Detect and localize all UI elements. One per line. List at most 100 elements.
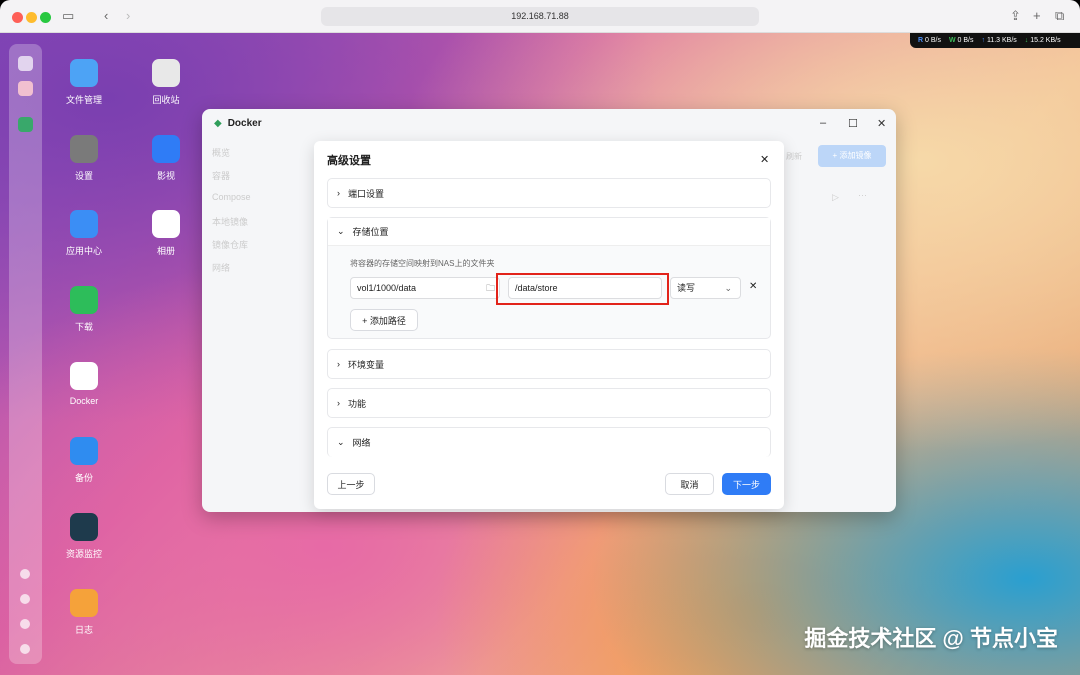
dock xyxy=(9,44,42,664)
minimize-window-button[interactable] xyxy=(26,12,37,23)
close-button[interactable]: ✕ xyxy=(877,117,886,130)
folder-icon[interactable]: 🗀 xyxy=(486,278,495,298)
monitor-icon xyxy=(70,513,98,541)
dialog-title: 高级设置 xyxy=(327,155,371,167)
desktop-app[interactable]: 回收站 xyxy=(136,59,196,106)
folder-icon xyxy=(70,59,98,87)
mode-select[interactable]: 读写 ⌄ xyxy=(670,277,741,299)
app-label: 下载 xyxy=(74,322,93,332)
desktop-icon[interactable] xyxy=(18,56,33,71)
app-label: 应用中心 xyxy=(65,246,102,256)
desktop-app[interactable]: 影视 xyxy=(136,135,196,182)
chevron-down-icon: ⌄ xyxy=(337,436,345,447)
docker-icon xyxy=(70,362,98,390)
share-icon[interactable]: ⇪ xyxy=(1010,8,1021,24)
dialog-close-button[interactable]: ✕ xyxy=(760,153,769,166)
prev-step-button[interactable]: 上一步 xyxy=(327,473,375,495)
sidebar-toggle-icon[interactable]: ▭ xyxy=(62,8,74,24)
section-title: 环境变量 xyxy=(348,359,385,370)
user-icon[interactable] xyxy=(20,619,30,629)
status-icon[interactable] xyxy=(20,569,30,579)
refresh-button[interactable]: 刷新 xyxy=(786,151,802,162)
sidebar-item-local-images[interactable]: 本地镜像 xyxy=(212,215,251,238)
store-icon xyxy=(70,210,98,238)
upload-speed: 11.3 KB/s xyxy=(986,37,1017,44)
section-storage: ⌄ 存储位置 将容器的存储空间映射到NAS上的文件夹 vol1/1000/data… xyxy=(327,217,771,339)
sidebar-item-compose[interactable]: Compose xyxy=(212,192,251,215)
section-title: 网络 xyxy=(352,437,371,448)
back-icon[interactable]: ‹ xyxy=(104,8,108,23)
watermark: 掘金技术社区 @ 节点小宝 xyxy=(804,626,1058,651)
container-path-input[interactable]: /data/store xyxy=(508,277,662,299)
minimize-button[interactable]: – xyxy=(820,117,826,129)
app-label: 文件管理 xyxy=(65,95,102,105)
app-label: Docker xyxy=(69,396,99,406)
desktop-app[interactable]: 应用中心 xyxy=(54,210,114,257)
add-path-button[interactable]: + 添加路径 xyxy=(350,309,418,331)
cancel-button[interactable]: 取消 xyxy=(665,473,714,495)
section-title: 功能 xyxy=(348,398,367,409)
next-step-button[interactable]: 下一步 xyxy=(722,473,771,495)
docker-logo-icon: ◆ xyxy=(214,117,222,129)
desktop-app[interactable]: 下载 xyxy=(54,286,114,333)
host-path-input[interactable]: vol1/1000/data 🗀 xyxy=(350,277,500,299)
app-label: 资源监控 xyxy=(65,549,102,559)
app-label: 设置 xyxy=(74,171,93,181)
video-icon xyxy=(152,135,180,163)
recycle-icon xyxy=(152,59,180,87)
desktop-app[interactable]: 资源监控 xyxy=(54,513,114,560)
read-speed: 0 B/s xyxy=(925,37,941,44)
section-title: 端口设置 xyxy=(348,188,385,199)
app-label: 日志 xyxy=(74,625,93,635)
desktop-app[interactable]: 相册 xyxy=(136,210,196,257)
desktop-app[interactable]: 设置 xyxy=(54,135,114,182)
sidebar-item-overview[interactable]: 概览 xyxy=(212,146,251,169)
apps-icon[interactable] xyxy=(18,81,33,96)
new-tab-icon[interactable]: + xyxy=(1033,8,1041,23)
sidebar-item-containers[interactable]: 容器 xyxy=(212,169,251,192)
docker-dock-icon[interactable] xyxy=(18,117,33,132)
close-window-button[interactable] xyxy=(12,12,23,23)
chevron-down-icon: ⌄ xyxy=(337,226,345,236)
section-features[interactable]: › 功能 xyxy=(327,388,771,418)
zoom-window-button[interactable] xyxy=(40,12,51,23)
forward-icon[interactable]: › xyxy=(126,8,130,23)
log-icon xyxy=(70,589,98,617)
docker-sidebar: 概览 容器 Compose 本地镜像 镜像仓库 网络 xyxy=(212,146,251,284)
app-label: 影视 xyxy=(156,171,175,181)
section-title: 存储位置 xyxy=(352,227,389,237)
desktop-app[interactable]: Docker xyxy=(54,362,114,406)
message-icon[interactable] xyxy=(20,594,30,604)
browser-toolbar: ▭ ‹ › 192.168.71.88 ⇪ + ⧉ xyxy=(0,0,1080,33)
download-icon xyxy=(70,286,98,314)
desktop-app[interactable]: 备份 xyxy=(54,437,114,484)
maximize-button[interactable]: ☐ xyxy=(848,117,858,130)
play-icon[interactable]: ▷ xyxy=(832,192,839,203)
sidebar-item-registry[interactable]: 镜像仓库 xyxy=(212,238,251,261)
chevron-right-icon: › xyxy=(337,188,340,198)
chevron-right-icon: › xyxy=(337,398,340,408)
sidebar-item-network[interactable]: 网络 xyxy=(212,261,251,284)
section-storage-header[interactable]: ⌄ 存储位置 xyxy=(328,218,770,246)
tabs-overview-icon[interactable]: ⧉ xyxy=(1055,8,1064,24)
app-label: 备份 xyxy=(74,473,93,483)
section-ports[interactable]: › 端口设置 xyxy=(327,178,771,208)
section-network[interactable]: ⌄ 网络 xyxy=(327,427,771,457)
section-env[interactable]: › 环境变量 xyxy=(327,349,771,379)
chevron-down-icon: ⌄ xyxy=(724,283,732,293)
window-title: Docker xyxy=(227,117,262,129)
write-speed: 0 B/s xyxy=(957,37,974,44)
advanced-settings-dialog: 高级设置 ✕ › 端口设置 ⌄ 存储位置 将容器的存储空间映射到NAS上的文件夹 v… xyxy=(314,141,784,509)
add-image-button[interactable]: + 添加镜像 xyxy=(818,145,886,167)
desktop-app[interactable]: 日志 xyxy=(54,589,114,636)
app-label: 相册 xyxy=(156,246,175,256)
power-icon[interactable] xyxy=(20,644,30,654)
window-titlebar: ◆ Docker xyxy=(202,109,896,137)
remove-path-button[interactable]: ✕ xyxy=(749,281,757,292)
desktop-app[interactable]: 文件管理 xyxy=(54,59,114,106)
network-status: R 0 B/s W 0 B/s ↑ 11.3 KB/s ↓ 15.2 KB/s xyxy=(910,33,1080,48)
app-label: 回收站 xyxy=(152,95,180,105)
backup-icon xyxy=(70,437,98,465)
more-icon[interactable]: ··· xyxy=(858,190,867,200)
address-bar[interactable]: 192.168.71.88 xyxy=(321,7,759,26)
